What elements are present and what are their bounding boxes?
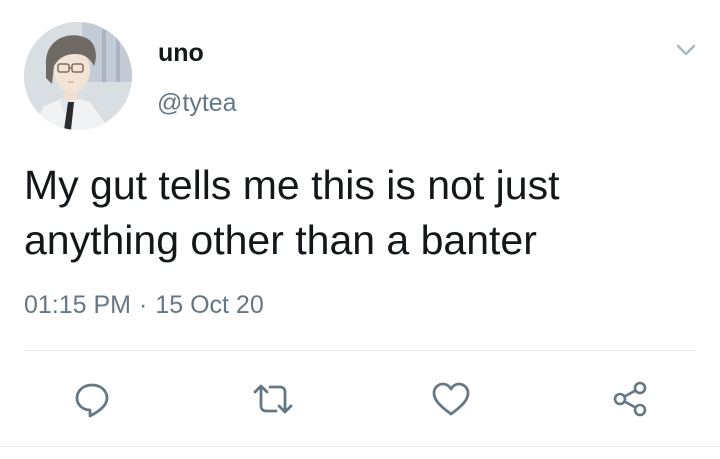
bottom-divider (0, 446, 720, 447)
timestamp[interactable]: 01:15 PM · 15 Oct 20 (24, 290, 264, 320)
share-icon (613, 381, 647, 417)
user-handle[interactable]: @tytea (157, 88, 237, 118)
tweet-card: uno @tytea My gut tells me this is not j… (0, 0, 720, 459)
tweet-text-line: anything other than a banter (24, 217, 537, 263)
separator-dot: · (139, 291, 148, 319)
reply-button[interactable] (70, 377, 114, 421)
tweet-date: 15 Oct 20 (155, 291, 264, 319)
avatar-image (24, 22, 132, 130)
heart-icon (432, 382, 470, 416)
like-button[interactable] (429, 377, 473, 421)
retweet-button[interactable] (251, 377, 295, 421)
tweet-time: 01:15 PM (24, 291, 132, 319)
share-button[interactable] (608, 377, 652, 421)
tweet-text: My gut tells me this is not just anythin… (24, 158, 694, 268)
chevron-down-icon[interactable] (672, 40, 700, 60)
retweet-icon (253, 384, 293, 414)
tweet-text-line: My gut tells me this is not just (24, 162, 560, 208)
divider (24, 350, 696, 351)
avatar[interactable] (24, 22, 132, 130)
reply-icon (75, 383, 109, 418)
display-name[interactable]: uno (158, 38, 204, 68)
